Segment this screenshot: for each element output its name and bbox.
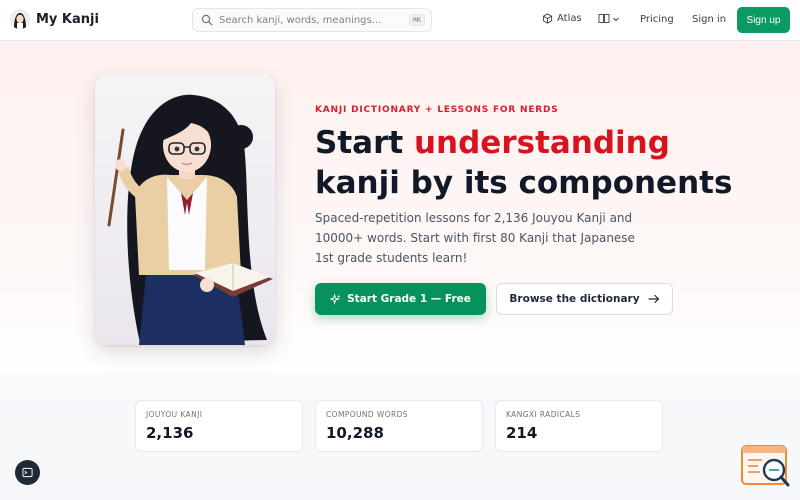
- logo-text: My Kanji: [36, 11, 99, 27]
- stat-card-compound-words: COMPOUND WORDS 10,288: [315, 400, 483, 452]
- nav-signin-link[interactable]: Sign in: [692, 14, 726, 25]
- chevron-down-icon: [613, 17, 619, 21]
- terminal-fab-button[interactable]: [15, 460, 40, 485]
- headline-part-1: Start: [315, 125, 414, 161]
- stat-label: KANGXI RADICALS: [506, 410, 581, 419]
- nav-atlas-link[interactable]: Atlas: [542, 13, 582, 24]
- signup-button[interactable]: Sign up: [737, 7, 790, 33]
- terminal-icon: [22, 467, 33, 478]
- browse-dictionary-label: Browse the dictionary: [509, 293, 640, 305]
- stat-value: 10,288: [326, 424, 384, 442]
- hero-description: Spaced-repetition lessons for 2,136 Jouy…: [315, 211, 635, 265]
- stat-value: 2,136: [146, 424, 194, 442]
- arrow-right-icon: [647, 294, 659, 304]
- browse-dictionary-button[interactable]: Browse the dictionary: [496, 283, 673, 315]
- search-box[interactable]: ⌘K: [192, 8, 432, 32]
- top-navbar: My Kanji ⌘K Atlas Pricing Sign in Sign u…: [0, 0, 800, 41]
- logo-avatar-icon: [10, 9, 30, 29]
- stat-card-jouyou: JOUYOU KANJI 2,136: [135, 400, 303, 452]
- magnifier-document-icon: [741, 445, 790, 487]
- nav-atlas-label: Atlas: [557, 13, 582, 24]
- headline-accent: understanding: [413, 125, 670, 161]
- cube-icon: [542, 13, 553, 24]
- headline-part-2: kanji by its components: [315, 165, 733, 201]
- hero-headline: Start understanding kanji by its compone…: [315, 123, 755, 203]
- nav-pricing-link[interactable]: Pricing: [640, 14, 674, 25]
- sparkles-icon: [330, 293, 341, 305]
- search-shortcut-badge: ⌘K: [408, 14, 425, 26]
- stat-label: JOUYOU KANJI: [146, 410, 203, 419]
- help-widget-button[interactable]: [740, 444, 792, 490]
- language-dropdown[interactable]: [598, 13, 620, 24]
- logo[interactable]: My Kanji: [10, 9, 99, 29]
- search-icon: [201, 14, 213, 26]
- hero-section: KANJI DICTIONARY + LESSONS FOR NERDS Sta…: [0, 41, 800, 373]
- hero-illustration: [95, 75, 275, 345]
- stat-card-radicals: KANGXI RADICALS 214: [495, 400, 663, 452]
- hero-eyebrow: KANJI DICTIONARY + LESSONS FOR NERDS: [315, 105, 559, 115]
- search-input[interactable]: [219, 14, 409, 26]
- book-open-icon: [598, 14, 610, 23]
- stat-value: 214: [506, 424, 538, 442]
- start-grade1-label: Start Grade 1 — Free: [347, 293, 471, 305]
- start-grade1-button[interactable]: Start Grade 1 — Free: [315, 283, 486, 315]
- stat-label: COMPOUND WORDS: [326, 410, 408, 419]
